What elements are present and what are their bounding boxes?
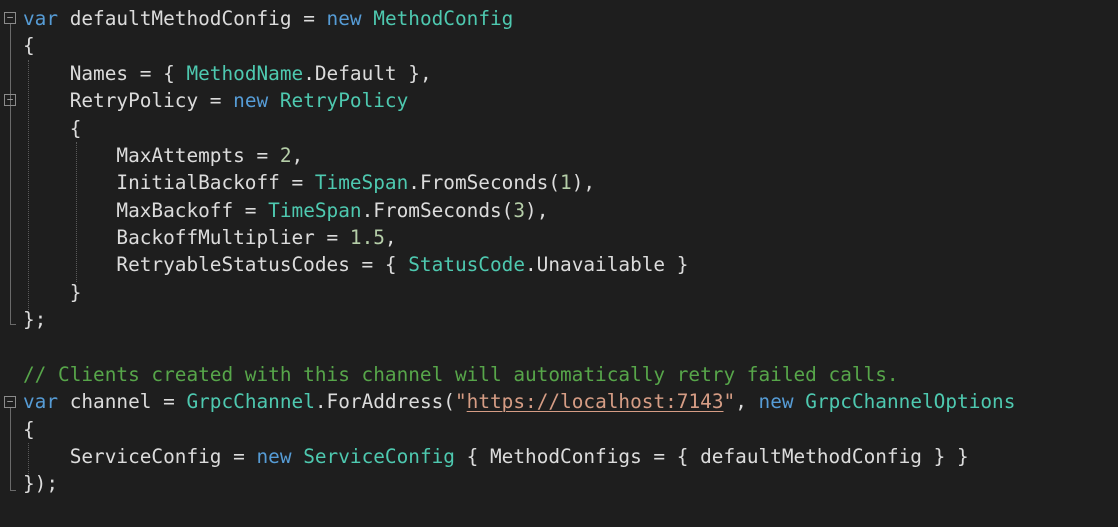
code-line-1[interactable]: var defaultMethodConfig = new MethodConf… [23, 5, 513, 32]
code-line-7[interactable]: InitialBackoff = TimeSpan.FromSeconds(1)… [23, 169, 595, 196]
code-line-10[interactable]: RetryableStatusCodes = { StatusCode.Unav… [23, 251, 688, 278]
code-line-18[interactable]: }); [23, 470, 58, 497]
code-line-14[interactable]: // Clients created with this channel wil… [23, 361, 899, 388]
fold-region-end [10, 324, 16, 325]
url-link[interactable]: https://localhost:7143 [467, 390, 724, 413]
fold-toggle-icon[interactable]: − [4, 94, 16, 106]
code-line-2[interactable]: { [23, 32, 35, 59]
fold-toggle-icon[interactable]: − [4, 12, 16, 24]
code-line-15[interactable]: var channel = GrpcChannel.ForAddress("ht… [23, 388, 1015, 415]
code-editor[interactable]: { "code": { "l1": { "kw1": "var", "t1": … [0, 0, 1118, 527]
fold-toggle-icon[interactable]: − [4, 396, 16, 408]
code-line-16[interactable]: { [23, 416, 35, 443]
code-line-9[interactable]: BackoffMultiplier = 1.5, [23, 224, 396, 251]
code-line-3[interactable]: Names = { MethodName.Default }, [23, 60, 432, 87]
code-line-5[interactable]: { [23, 115, 82, 142]
code-line-4[interactable]: RetryPolicy = new RetryPolicy [23, 87, 409, 114]
code-line-12[interactable]: }; [23, 306, 46, 333]
code-line-8[interactable]: MaxBackoff = TimeSpan.FromSeconds(3), [23, 197, 548, 224]
fold-region-end [10, 490, 16, 491]
code-line-6[interactable]: MaxAttempts = 2, [23, 142, 303, 169]
fold-region-line [10, 24, 11, 324]
code-line-11[interactable]: } [23, 279, 82, 306]
fold-region-line [10, 408, 11, 490]
code-line-17[interactable]: ServiceConfig = new ServiceConfig { Meth… [23, 443, 969, 470]
